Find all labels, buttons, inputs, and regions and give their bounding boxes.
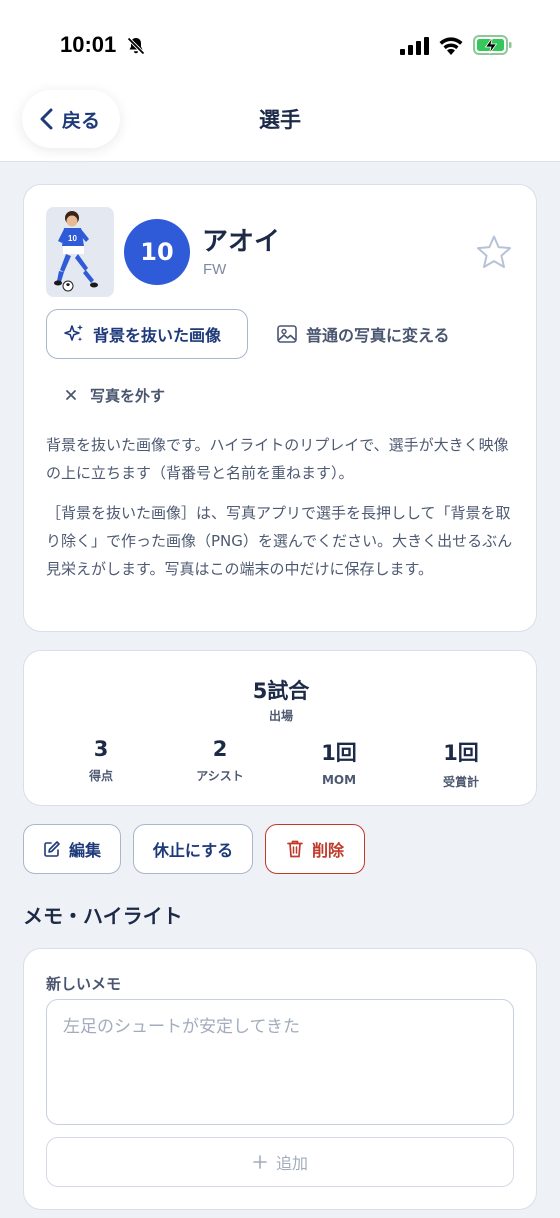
stat-awards: 1回 受賞計 <box>406 737 516 790</box>
player-position: FW <box>203 261 227 278</box>
stat-label: 受賞計 <box>442 775 479 789</box>
memo-section-title: メモ・ハイライト <box>23 904 183 928</box>
memo-input[interactable] <box>46 999 514 1125</box>
new-memo-label: 新しいメモ <box>46 975 122 993</box>
stat-value: 1回 <box>321 741 357 765</box>
pause-label: 休止にする <box>152 841 234 860</box>
stat-mom: 1回 MOM <box>284 737 394 787</box>
stat-value: 3 <box>93 737 109 761</box>
normal-photo-button[interactable]: 普通の写真に変える <box>272 309 472 359</box>
bell-slash-icon <box>127 37 145 55</box>
battery-charging-icon <box>473 35 512 55</box>
stat-label: 得点 <box>88 769 113 783</box>
remove-photo-label: 写真を外す <box>90 386 166 405</box>
photo-icon <box>277 325 297 343</box>
signal-icon <box>400 37 429 55</box>
trash-icon <box>287 840 303 858</box>
matches-played-value: 5試合 <box>252 679 310 703</box>
page-title: 選手 <box>259 108 301 132</box>
normal-photo-label: 普通の写真に変える <box>306 326 450 345</box>
player-name: アオイ <box>202 227 281 257</box>
cutout-image-button[interactable]: 背景を抜いた画像 <box>46 309 248 359</box>
status-bar: 10:01 <box>0 0 560 90</box>
wifi-icon <box>439 37 463 55</box>
cutout-description: 背景を抜いた画像です。ハイライトのリプレイで、選手が大きく映像の上に立ちます（背… <box>46 436 509 482</box>
stat-label: MOM <box>321 773 357 787</box>
player-stats-card: 5試合 出場 3 得点 2 アシスト 1回 MOM 1回 受賞計 <box>23 650 537 806</box>
cutout-instructions: ［背景を抜いた画像］は、写真アプリで選手を長押しして「背景を取り除く」で作った画… <box>46 504 513 578</box>
new-memo-card: 新しいメモ 追加 <box>23 948 537 1210</box>
sparkles-icon <box>64 324 83 342</box>
favorite-star-icon[interactable] <box>474 233 514 273</box>
edit-label: 編集 <box>68 841 101 860</box>
stat-label: アシスト <box>196 769 244 783</box>
status-time: 10:01 <box>60 32 117 57</box>
nav-bar: 戻る 選手 <box>0 90 560 162</box>
stat-value: 2 <box>212 737 228 761</box>
plus-icon <box>253 1155 267 1169</box>
delete-button[interactable]: 削除 <box>265 824 365 874</box>
cutout-image-label: 背景を抜いた画像 <box>93 326 222 345</box>
delete-label: 削除 <box>311 841 344 860</box>
edit-button[interactable]: 編集 <box>23 824 121 874</box>
stat-assists: 2 アシスト <box>165 737 275 784</box>
close-icon <box>66 390 76 400</box>
svg-text:10: 10 <box>68 234 77 243</box>
player-profile-card: 10 10 アオイ FW 背景を抜いた画像 普通の写真に変える 写真を外す 背景… <box>23 184 537 632</box>
matches-played-label: 出場 <box>268 709 293 723</box>
stat-value: 1回 <box>443 741 479 765</box>
add-memo-button[interactable]: 追加 <box>46 1137 514 1187</box>
jersey-number-badge: 10 <box>124 219 190 285</box>
stat-goals: 3 得点 <box>46 737 156 784</box>
pause-button[interactable]: 休止にする <box>133 824 253 874</box>
player-figure-image: 10 <box>46 207 114 297</box>
remove-photo-button[interactable]: 写真を外す <box>64 377 194 413</box>
player-photo[interactable]: 10 <box>46 207 114 297</box>
add-memo-label: 追加 <box>275 1154 308 1173</box>
edit-icon <box>44 841 60 857</box>
